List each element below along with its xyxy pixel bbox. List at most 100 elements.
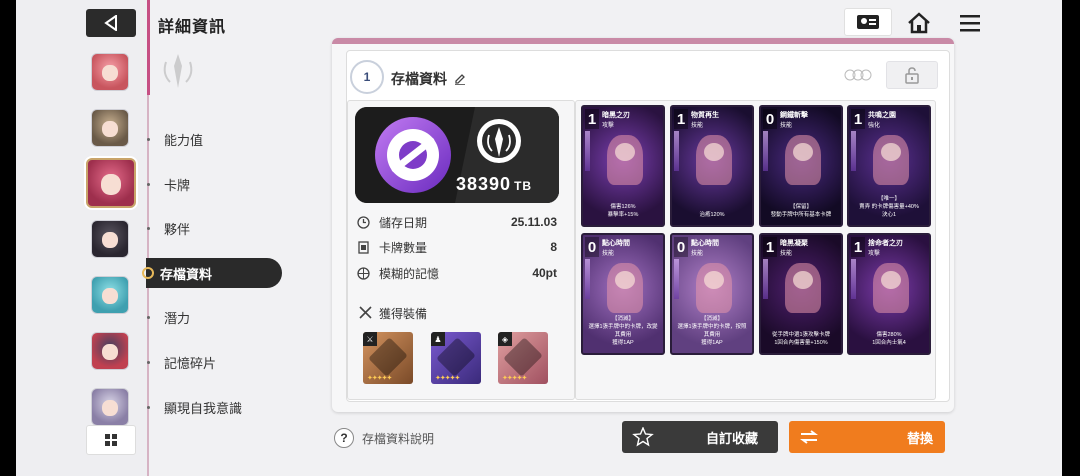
back-button[interactable] (86, 9, 136, 37)
card[interactable]: 1 物質再生 技能 治癒120% (670, 105, 754, 227)
equip-type-icon: ◈ (498, 332, 512, 346)
card-description: 【消滅】 選擇1張手牌中的卡牌，按照其費用 獲得1AP (677, 316, 747, 346)
equip-ring[interactable]: ◈ ✦✦✦✦✦ (498, 332, 548, 384)
bullet-icon (147, 137, 150, 141)
menu-item-label: 夥伴 (164, 221, 191, 237)
grid-view-button[interactable] (86, 425, 136, 455)
card-art-face (881, 143, 901, 161)
replace-button[interactable]: 替換 (789, 421, 945, 453)
card-cost: 1 (851, 109, 865, 129)
equip-type-icon: ⚔ (363, 332, 377, 346)
avatar-black-hair[interactable] (91, 332, 129, 370)
card[interactable]: 0 點心時間 技能 【消滅】 選擇1張手牌中的卡牌，改變其費用 獲得1AP (581, 233, 665, 355)
avatar-selected-red-hair[interactable] (86, 158, 136, 208)
card-art-face (881, 271, 901, 289)
menu-item-3[interactable]: 存檔資料 (142, 258, 282, 288)
home-button[interactable] (904, 8, 934, 38)
avatar-red-hair[interactable] (91, 53, 129, 91)
card-art-face (704, 271, 724, 289)
menu-item-4[interactable]: 潛力 (146, 302, 282, 332)
card-type: 技能 (691, 251, 704, 257)
avatar-silver-hair[interactable] (91, 388, 129, 426)
card-type: 攻擊 (868, 251, 881, 257)
equip-stars-icon: ✦✦✦✦✦ (435, 375, 460, 382)
card[interactable]: 0 點心時間 技能 【消滅】 選擇1張手牌中的卡牌，按照其費用 獲得1AP (670, 233, 754, 355)
card-art-face (793, 271, 813, 289)
customize-collection-button[interactable]: 自訂收藏 (622, 421, 778, 453)
card-name: 物質再生 (691, 112, 719, 119)
card-rarity-bar (674, 131, 679, 171)
capacity-readout: 38390 TB (456, 174, 532, 195)
capacity-value: 38390 (456, 174, 512, 194)
menu-item-label: 存檔資料 (160, 266, 213, 282)
avatar-teal-hair[interactable] (91, 276, 129, 314)
avatar-face (102, 64, 118, 82)
help-label: 存檔資料說明 (362, 431, 435, 446)
card[interactable]: 1 共鳴之園 強化 【唯一】 賣弄 的卡牌傷害量+40% 決心1 (847, 105, 931, 227)
bullet-icon (147, 315, 150, 319)
card-rarity-bar (763, 259, 768, 299)
menu-item-6[interactable]: 顯現自我意識 (146, 392, 282, 422)
bullet-icon (147, 226, 150, 230)
avatar-face (102, 343, 118, 361)
profile-card-button[interactable] (844, 8, 892, 36)
card-name: 捨命者之刃 (868, 240, 903, 247)
info-row: 模糊的記憶 40pt (357, 263, 557, 283)
replace-label: 替換 (906, 430, 933, 446)
card-cost: 1 (674, 109, 688, 129)
menu-item-0[interactable]: 能力值 (146, 124, 282, 154)
avatar-dark-creature[interactable] (91, 220, 129, 258)
info-label: 儲存日期 (379, 215, 428, 230)
card-rarity-bar (585, 259, 590, 299)
card-cost: 1 (851, 237, 865, 257)
help-link[interactable]: ? 存檔資料說明 (334, 428, 434, 448)
star-edit-icon (632, 427, 654, 447)
card-description: 從手牌中選1張攻擊卡牌 1回合內傷害量+150% (771, 332, 831, 346)
card-rarity-bar (674, 259, 679, 299)
menu-button[interactable] (956, 8, 984, 38)
card-description: 治癒120% (699, 212, 725, 218)
help-icon: ? (334, 428, 354, 448)
rings-icon (844, 69, 872, 81)
card-name: 鋼鐵斬擊 (780, 112, 808, 119)
card-description: 【保留】 發動手牌中所有基本卡牌 (770, 204, 832, 218)
equip-weapon[interactable]: ⚔ ✦✦✦✦✦ (363, 332, 413, 384)
card[interactable]: 0 鋼鐵斬擊 技能 【保留】 發動手牌中所有基本卡牌 (759, 105, 843, 227)
avatar-face (102, 231, 118, 249)
info-value: 40pt (532, 266, 557, 280)
lock-icon (905, 67, 919, 84)
card-art-face (615, 143, 635, 161)
card-name: 點心時間 (691, 240, 719, 247)
card-description: 傷害280% 1回合內士氣4 (872, 332, 906, 346)
card-name: 點心時間 (602, 240, 630, 247)
info-value: 8 (550, 240, 557, 254)
edit-pencil-icon[interactable] (454, 73, 466, 85)
avatar-brown-hair[interactable] (91, 109, 129, 147)
bullet-icon (147, 182, 150, 186)
save-title-text: 存檔資料 (391, 71, 447, 87)
menu-item-label: 能力值 (164, 132, 204, 148)
card[interactable]: 1 暗黑凝聚 技能 從手牌中選1張攻擊卡牌 1回合內傷害量+150% (759, 233, 843, 355)
divider-accent (147, 0, 150, 95)
card[interactable]: 1 捨命者之刃 攻擊 傷害280% 1回合內士氣4 (847, 233, 931, 355)
equipment-title: 獲得裝備 (359, 305, 427, 322)
save-slot-badge: 1 (350, 60, 384, 94)
lock-button[interactable] (886, 61, 938, 89)
card-name: 暗黑凝聚 (780, 240, 808, 247)
menu-item-label: 記憶碎片 (164, 355, 217, 371)
card-cost: 1 (585, 109, 599, 129)
card-type: 攻擊 (602, 123, 615, 129)
menu-item-1[interactable]: 卡牌 (146, 169, 282, 199)
menu-item-5[interactable]: 記憶碎片 (146, 347, 282, 377)
save-title[interactable]: 存檔資料 (391, 69, 466, 89)
menu-item-label: 卡牌 (164, 177, 191, 193)
card-rarity-bar (763, 131, 768, 171)
card-rarity-bar (585, 131, 590, 171)
equip-type-icon: ♟ (431, 332, 445, 346)
menu-item-2[interactable]: 夥伴 (146, 213, 282, 243)
equip-armor[interactable]: ♟ ✦✦✦✦✦ (431, 332, 481, 384)
equip-stars-icon: ✦✦✦✦✦ (502, 375, 527, 382)
card[interactable]: 1 暗黑之刃 攻擊 傷害126% 暴擊率+15% (581, 105, 665, 227)
avatar-face (100, 173, 122, 195)
card-rarity-bar (851, 131, 856, 171)
